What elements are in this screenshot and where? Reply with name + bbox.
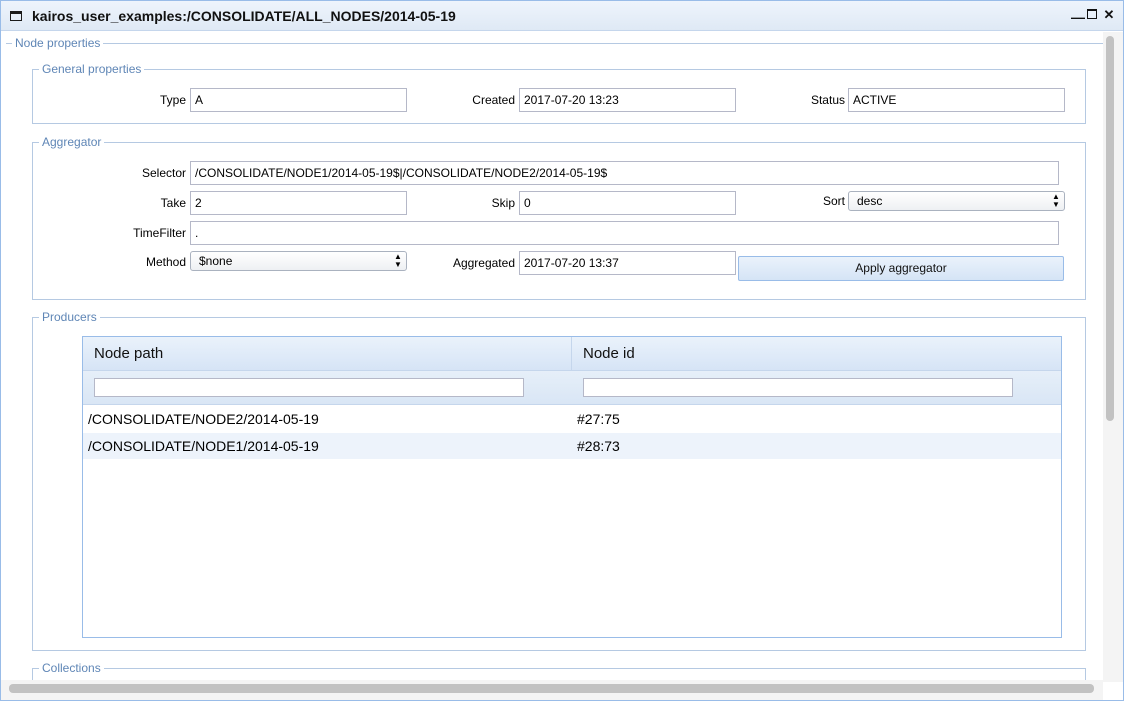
vertical-scrollbar[interactable]: [1103, 32, 1123, 682]
table-row[interactable]: /CONSOLIDATE/NODE1/2014-05-19 #28:73: [83, 433, 1061, 459]
take-label: Take: [160, 196, 186, 210]
producers-grid: Node path Node id /CONSOLIDATE/NODE2/201…: [82, 336, 1062, 638]
window-title: kairos_user_examples:/CONSOLIDATE/ALL_NO…: [32, 8, 456, 24]
status-label: Status: [810, 93, 845, 107]
grid-header: Node path Node id: [83, 337, 1061, 371]
general-properties-legend: General properties: [42, 62, 142, 76]
selector-input[interactable]: [190, 161, 1059, 185]
selector-label: Selector: [141, 166, 186, 180]
method-select[interactable]: $none ▲ ▼: [190, 251, 407, 271]
node-properties-legend: Node properties: [15, 36, 101, 50]
maximize-icon[interactable]: [1087, 9, 1097, 19]
node-path-cell: /CONSOLIDATE/NODE1/2014-05-19: [88, 438, 319, 454]
apply-aggregator-button[interactable]: Apply aggregator: [738, 256, 1064, 281]
created-input[interactable]: [519, 88, 736, 112]
sort-select-value: desc: [857, 194, 883, 208]
select-arrows-icon: ▲ ▼: [394, 252, 402, 269]
timefilter-input[interactable]: [190, 221, 1059, 245]
vertical-scroll-thumb[interactable]: [1106, 36, 1114, 421]
sort-select[interactable]: desc ▲ ▼: [848, 191, 1065, 211]
skip-label: Skip: [491, 196, 515, 210]
timefilter-label: TimeFilter: [133, 226, 186, 240]
column-header-node-path[interactable]: Node path: [83, 337, 572, 371]
window-icon: [10, 11, 22, 21]
node-id-cell: #28:73: [577, 438, 620, 454]
type-input[interactable]: [190, 88, 407, 112]
collections-legend: Collections: [42, 661, 101, 675]
sort-label: Sort: [822, 194, 845, 208]
aggregator-legend: Aggregator: [42, 135, 102, 149]
minimize-icon[interactable]: —: [1071, 7, 1085, 25]
collections-section: Collections: [32, 661, 1086, 680]
table-row[interactable]: /CONSOLIDATE/NODE2/2014-05-19 #27:75: [83, 406, 1061, 432]
created-label: Created: [472, 93, 515, 107]
close-icon[interactable]: ✕: [1102, 7, 1116, 23]
skip-input[interactable]: [519, 191, 736, 215]
take-input[interactable]: [190, 191, 407, 215]
grid-filter-row: [83, 371, 1061, 405]
node-id-cell: #27:75: [577, 411, 620, 427]
horizontal-scroll-thumb[interactable]: [9, 684, 1094, 693]
type-label: Type: [159, 93, 186, 107]
producers-legend: Producers: [42, 310, 97, 324]
title-bar[interactable]: kairos_user_examples:/CONSOLIDATE/ALL_NO…: [1, 1, 1123, 31]
column-header-node-id[interactable]: Node id: [572, 337, 1061, 371]
horizontal-scrollbar[interactable]: [1, 680, 1103, 700]
method-select-value: $none: [199, 254, 233, 268]
status-input[interactable]: [848, 88, 1065, 112]
aggregated-label: Aggregated: [452, 256, 515, 270]
select-arrows-icon: ▲ ▼: [1052, 192, 1060, 209]
node-path-filter-input[interactable]: [94, 378, 524, 397]
node-path-cell: /CONSOLIDATE/NODE2/2014-05-19: [88, 411, 319, 427]
content-area: Node properties General properties Type …: [1, 32, 1103, 680]
window: kairos_user_examples:/CONSOLIDATE/ALL_NO…: [0, 0, 1124, 701]
method-label: Method: [145, 255, 186, 269]
aggregated-input[interactable]: [519, 251, 736, 275]
node-id-filter-input[interactable]: [583, 378, 1013, 397]
